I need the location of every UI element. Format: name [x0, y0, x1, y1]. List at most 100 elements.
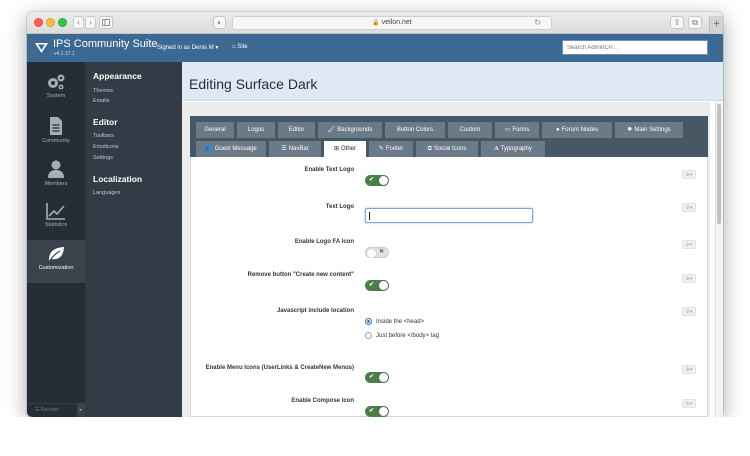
nav-statistics[interactable]: Statistics	[27, 197, 85, 240]
submenu-item-emails[interactable]: Emails	[93, 98, 110, 104]
admin-search-input[interactable]	[562, 40, 708, 55]
enable-text-logo-toggle[interactable]: ✔	[365, 175, 389, 186]
user-icon	[48, 160, 64, 178]
sidebar-button[interactable]	[99, 16, 113, 29]
tab-social-icons-label: Social Icons	[433, 146, 467, 152]
toggle-knob	[379, 281, 388, 290]
check-icon: ✔	[369, 177, 375, 183]
submenu-heading-localization: Localization	[93, 174, 143, 184]
row-settings-button[interactable]: ⚙▾	[682, 170, 696, 179]
submenu-heading-appearance: Appearance	[93, 71, 142, 81]
tab-social-icons[interactable]: ⧉ Social Icons	[416, 141, 478, 157]
tab-other[interactable]: ⊞ Other	[324, 141, 366, 157]
tab-typography[interactable]: A Typography	[481, 141, 545, 157]
share-square-icon: ⧉	[427, 146, 432, 152]
reorder-button[interactable]: ☰ Reorder ▸	[27, 403, 85, 417]
tab-forum-nodes[interactable]: ● Forum Nodes	[542, 122, 612, 138]
nav-system[interactable]: System	[27, 68, 85, 111]
tab-main-settings[interactable]: ✹ Main Settings	[615, 122, 683, 138]
tab-general-label: General	[204, 127, 226, 133]
enable-compose-icon-toggle[interactable]: ✔	[365, 406, 389, 417]
submenu-heading-editor: Editor	[93, 117, 118, 127]
privacy-button[interactable]: ◐	[213, 16, 226, 29]
nav-members[interactable]: Members	[27, 154, 85, 197]
minimize-window-button[interactable]	[46, 18, 55, 27]
page-header: Editing Surface Dark	[182, 62, 723, 101]
text-logo-input[interactable]	[365, 208, 533, 223]
submenu-item-themes[interactable]: Themes	[93, 88, 113, 94]
collapse-arrow-icon[interactable]: ▸	[77, 404, 85, 417]
remove-create-button-toggle[interactable]: ✔	[365, 280, 389, 291]
app-title[interactable]: IPS Community Suite	[53, 38, 158, 50]
enable-menu-icons-toggle[interactable]: ✔	[365, 372, 389, 383]
page-scrollbar-thumb[interactable]	[717, 104, 721, 224]
chevron-right-icon: ›	[89, 18, 92, 27]
tab-general[interactable]: General	[196, 122, 234, 138]
share-button[interactable]: ⇧	[670, 16, 684, 29]
site-link[interactable]: ⌂ Site	[232, 44, 248, 50]
submenu-item-emoticons[interactable]: Emoticons	[93, 144, 119, 150]
javascript-location-option-head-label: Inside the <head>	[376, 319, 425, 326]
new-tab-button[interactable]: +	[709, 16, 723, 34]
forward-button[interactable]: ›	[85, 16, 96, 29]
check-icon: ✔	[369, 374, 375, 380]
page-title: Editing Surface Dark	[189, 76, 318, 92]
row-settings-button[interactable]: ⚙▾	[682, 365, 696, 374]
check-icon: ✔	[369, 282, 375, 288]
javascript-location-option-body[interactable]: Just before </body> tag	[365, 332, 439, 339]
gears-icon	[48, 74, 65, 90]
tab-editor[interactable]: Editor	[278, 122, 315, 138]
close-window-button[interactable]	[34, 18, 43, 27]
tab-logos[interactable]: Logos	[237, 122, 275, 138]
bars-icon: ☰	[281, 146, 287, 152]
user-menu[interactable]: Signed in as Denis M ▾	[157, 44, 218, 51]
toggle-knob	[379, 407, 388, 416]
nav-customization[interactable]: Customization	[27, 240, 85, 283]
reload-icon[interactable]: ↻	[534, 17, 541, 29]
nav-community[interactable]: Community	[27, 111, 85, 154]
nav-community-label: Community	[42, 138, 70, 144]
javascript-location-option-head[interactable]: Inside the <head>	[365, 318, 424, 325]
tab-guest-message[interactable]: 👥 Guest Message	[196, 141, 266, 157]
row-settings-button[interactable]: ⚙▾	[682, 399, 696, 408]
home-icon: ⌂	[232, 44, 236, 50]
tab-footer[interactable]: ✎ Footer	[369, 141, 413, 157]
reorder-icon: ☰	[35, 407, 40, 413]
reorder-label: Reorder	[40, 407, 59, 413]
submenu-item-toolbars[interactable]: Toolbars	[93, 133, 114, 139]
tab-custom[interactable]: Custom	[448, 122, 492, 138]
tab-button-colors[interactable]: Button Colors	[385, 122, 445, 138]
submenu-item-settings[interactable]: Settings	[93, 155, 113, 161]
tab-main-settings-label: Main Settings	[634, 127, 671, 133]
row-settings-button[interactable]: ⚙▾	[682, 203, 696, 212]
tab-forum-nodes-label: Forum Nodes	[561, 127, 598, 133]
gear-icon: ⚙▾	[685, 276, 693, 282]
submenu-item-languages[interactable]: Languages	[93, 190, 120, 196]
enable-logo-fa-icon-toggle[interactable]: ✖	[365, 247, 389, 258]
tabs-button[interactable]: ⧉	[688, 16, 702, 29]
toggle-knob	[379, 373, 388, 382]
tab-forms[interactable]: ▭ Forms	[495, 122, 539, 138]
radio-checked[interactable]	[365, 318, 372, 325]
toggle-knob	[379, 176, 388, 185]
tab-guest-message-label: Guest Message	[214, 146, 257, 152]
plus-square-icon: ⊞	[333, 146, 339, 152]
tab-backgrounds[interactable]: 🖌 Backgrounds	[318, 122, 382, 138]
zoom-window-button[interactable]	[58, 18, 67, 27]
javascript-location-label: Javascript include location	[276, 308, 354, 314]
gear-icon: ⚙▾	[685, 205, 693, 211]
brush-icon: 🖌	[327, 127, 336, 133]
back-button[interactable]: ‹	[73, 16, 84, 29]
row-settings-button[interactable]: ⚙▾	[682, 307, 696, 316]
tab-footer-label: Footer	[385, 146, 404, 152]
tab-backgrounds-label: Backgrounds	[337, 127, 373, 133]
radio-unchecked[interactable]	[365, 332, 372, 339]
text-cursor	[369, 212, 370, 220]
tab-navbar[interactable]: ☰ NavBar	[269, 141, 321, 157]
row-settings-button[interactable]: ⚙▾	[682, 240, 696, 249]
row-settings-button[interactable]: ⚙▾	[682, 274, 696, 283]
address-bar[interactable]: 🔒 veilon.net ↻	[232, 16, 552, 30]
enable-compose-icon-label: Enable Compose Icon	[291, 398, 354, 404]
tab-editor-label: Editor	[288, 127, 305, 133]
comments-icon: ●	[556, 127, 560, 133]
